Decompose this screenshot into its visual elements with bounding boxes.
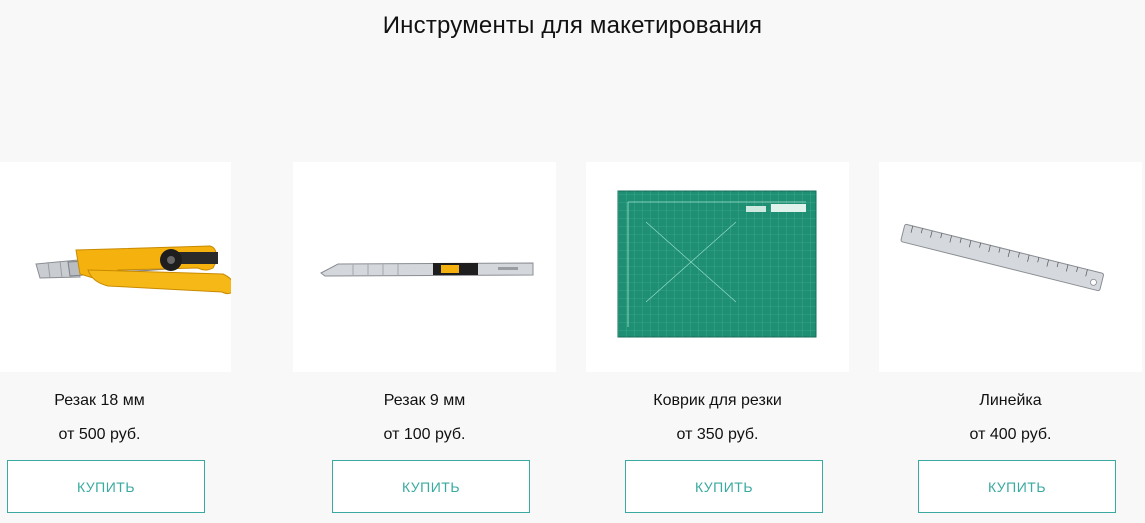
buy-button[interactable]: КУПИТЬ — [625, 460, 823, 513]
buy-button[interactable]: КУПИТЬ — [332, 460, 530, 513]
product-image-container[interactable] — [0, 162, 231, 372]
product-name: Резак 18 мм — [54, 392, 145, 409]
page-title: Инструменты для макетирования — [382, 12, 763, 39]
product-price: от 350 руб. — [676, 426, 759, 443]
cutter-18mm-image — [35, 245, 231, 295]
product-image-container[interactable] — [586, 162, 849, 372]
product-price: от 500 руб. — [58, 426, 141, 443]
buy-button[interactable]: КУПИТЬ — [7, 460, 205, 513]
product-card-cutter-9mm: Резак 9 мм от 100 руб. КУПИТЬ — [293, 162, 556, 513]
product-name: Коврик для резки — [653, 392, 782, 409]
product-name: Резак 9 мм — [383, 392, 466, 409]
product-image-container[interactable] — [879, 162, 1142, 372]
product-image-container[interactable] — [293, 162, 556, 372]
buy-button[interactable]: КУПИТЬ — [918, 460, 1116, 513]
product-card-cutting-mat: Коврик для резки от 350 руб. КУПИТЬ — [586, 162, 849, 513]
product-card-cutter-18mm: Резак 18 мм от 500 руб. КУПИТЬ — [0, 162, 231, 513]
product-name: Линейка — [979, 392, 1042, 409]
product-card-ruler: Линейка от 400 руб. КУПИТЬ — [879, 162, 1142, 513]
product-price: от 100 руб. — [383, 426, 466, 443]
product-price: от 400 руб. — [969, 426, 1052, 443]
cutting-mat-image — [617, 190, 817, 338]
ruler-image — [900, 223, 1104, 292]
cutter-9mm-image — [320, 262, 534, 277]
